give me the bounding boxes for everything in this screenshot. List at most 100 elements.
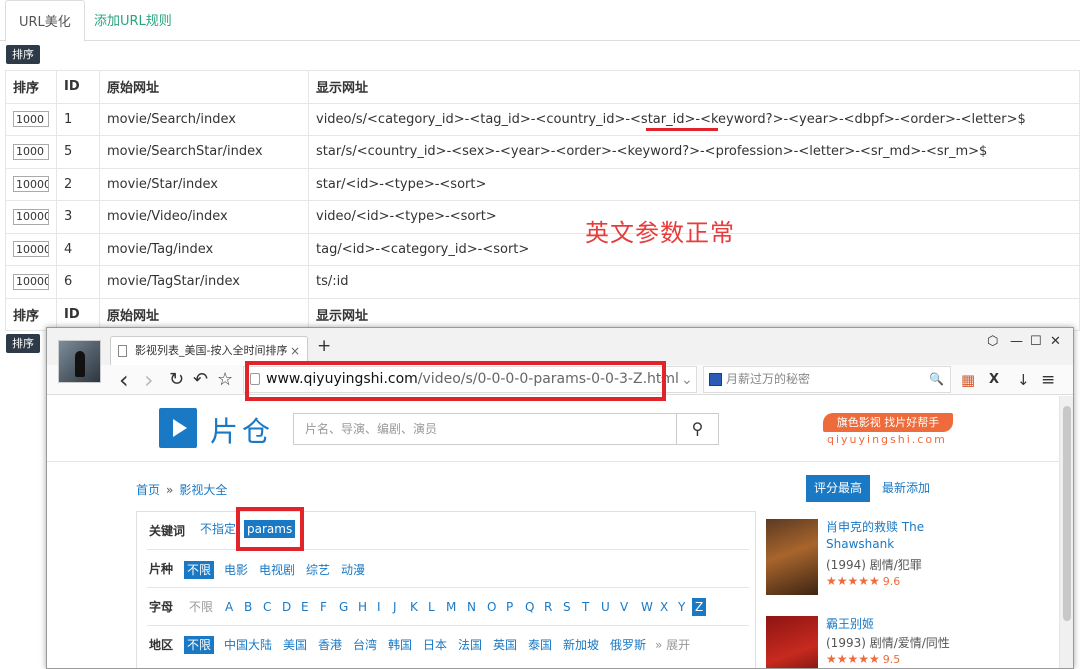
filter-label: 地区 (149, 638, 174, 652)
page-scrollbar[interactable] (1059, 396, 1073, 668)
sort-input[interactable] (13, 208, 49, 225)
filter-option[interactable]: 电影 (221, 561, 251, 579)
filter-option[interactable]: 韩国 (385, 636, 415, 654)
avatar[interactable] (58, 340, 101, 383)
sort-input[interactable] (13, 241, 49, 258)
filter-option[interactable]: 电视剧 (256, 561, 298, 579)
chevron-down-icon[interactable]: ⌄ (681, 365, 693, 395)
filter-option[interactable]: X (657, 598, 671, 616)
menu-icon[interactable]: ≡ (1041, 365, 1055, 395)
sort-button-top[interactable]: 排序 (6, 45, 40, 64)
filter-option[interactable]: 不限 (186, 598, 216, 616)
filter-option-active[interactable]: 不限 (184, 561, 215, 579)
filter-option[interactable]: 俄罗斯 (607, 636, 649, 654)
filter-option-active[interactable]: Z (692, 598, 707, 616)
breadcrumb-all[interactable]: 影视大全 (179, 483, 227, 497)
film-logo-icon[interactable] (159, 408, 197, 448)
filter-option[interactable]: 台湾 (350, 636, 380, 654)
table-row: 1 movie/Search/index video/s/<category_i… (5, 102, 1080, 136)
filter-option[interactable]: 香港 (315, 636, 345, 654)
table-row: 2 movie/Star/index star/<id>-<type>-<sor… (5, 167, 1080, 201)
apps-icon[interactable]: ▦ (961, 365, 975, 395)
movie-poster[interactable] (766, 616, 818, 668)
filter-option[interactable]: 中国大陆 (221, 636, 275, 654)
filter-option[interactable]: R (541, 598, 555, 616)
stars-icon: ★★★★★ (826, 652, 880, 666)
filter-option[interactable]: T (579, 598, 592, 616)
movie-poster[interactable] (766, 519, 818, 595)
filter-option[interactable]: M (443, 598, 459, 616)
new-tab-button[interactable]: + (317, 336, 331, 356)
filter-option[interactable]: 法国 (455, 636, 485, 654)
filter-option[interactable]: 英国 (490, 636, 520, 654)
maximize-button[interactable]: ☐ (1030, 334, 1042, 349)
sort-input[interactable] (13, 143, 49, 160)
filter-option[interactable]: I (374, 598, 384, 616)
extension-icon[interactable]: X (989, 365, 999, 395)
tab-top-rated[interactable]: 评分最高 (806, 475, 871, 502)
filter-option[interactable]: W (638, 598, 656, 616)
scrollbar-thumb[interactable] (1063, 406, 1071, 621)
filter-option[interactable]: H (355, 598, 370, 616)
filter-option[interactable]: F (317, 598, 330, 616)
row-id: 1 (56, 102, 100, 136)
filter-row-type: 片种 不限 电影 电视剧 综艺 动漫 (137, 550, 757, 588)
expand-link[interactable]: » 展开 (652, 636, 693, 654)
filter-option[interactable]: L (425, 598, 438, 616)
filter-option[interactable]: 美国 (280, 636, 310, 654)
search-icon[interactable]: ⚲ (677, 413, 719, 445)
tab-newest[interactable]: 最新添加 (874, 475, 938, 502)
row-id: 4 (56, 232, 100, 266)
filter-option[interactable]: 不指定 (197, 520, 239, 538)
movie-title[interactable]: 霸王别姬 (826, 616, 956, 633)
undo-icon[interactable]: ↶ (193, 365, 208, 395)
download-icon[interactable]: ↓ (1017, 365, 1030, 395)
search-icon[interactable]: 🔍 (929, 367, 944, 392)
filter-option[interactable]: E (298, 598, 312, 616)
site-logo[interactable]: 片仓 (210, 410, 274, 450)
filter-option[interactable]: A (222, 598, 236, 616)
row-display-url: star/<id>-<type>-<sort> (308, 167, 1080, 201)
promo-banner[interactable]: 旗色影视 找片好帮手 (823, 413, 953, 432)
movie-title[interactable]: 肖申克的救赎 The Shawshank (826, 519, 956, 553)
tab-url-beautify[interactable]: URL美化 (5, 0, 85, 42)
reload-icon[interactable]: ↻ (169, 365, 184, 395)
filter-option[interactable]: B (241, 598, 255, 616)
browser-search-input[interactable]: 月薪过万的秘密 🔍 (703, 366, 951, 393)
close-window-button[interactable]: ✕ (1050, 334, 1061, 349)
row-id: 2 (56, 167, 100, 201)
filter-option[interactable]: Q (522, 598, 537, 616)
filter-option[interactable]: 泰国 (525, 636, 555, 654)
filter-option[interactable]: 动漫 (338, 561, 368, 579)
filter-option[interactable]: P (503, 598, 516, 616)
filter-option[interactable]: O (484, 598, 499, 616)
breadcrumb-home[interactable]: 首页 (136, 483, 160, 497)
filter-option[interactable]: C (260, 598, 274, 616)
sort-input[interactable] (13, 273, 49, 290)
filter-option[interactable]: G (336, 598, 351, 616)
skin-icon[interactable]: ⬡ (987, 334, 998, 349)
filter-panel: 关键词 不指定 params 片种 不限 电影 电视剧 综艺 动漫 字母 不限 … (136, 511, 757, 668)
filter-option[interactable]: N (464, 598, 479, 616)
tab-add-url-rule[interactable]: 添加URL规则 (81, 0, 185, 41)
sort-input[interactable] (13, 176, 49, 193)
back-icon[interactable]: ‹ (119, 365, 129, 395)
filter-option[interactable]: J (390, 598, 400, 616)
forward-icon[interactable]: › (144, 365, 154, 395)
star-icon[interactable]: ☆ (217, 365, 233, 395)
filter-option[interactable]: 日本 (420, 636, 450, 654)
filter-option[interactable]: Y (675, 598, 688, 616)
filter-option-active[interactable]: 不限 (184, 636, 215, 654)
filter-option[interactable]: 新加坡 (560, 636, 602, 654)
filter-option[interactable]: V (617, 598, 631, 616)
filter-option[interactable]: D (279, 598, 294, 616)
sort-input[interactable] (13, 111, 49, 128)
site-search-input[interactable]: 片名、导演、编剧、演员 (293, 413, 677, 445)
minimize-button[interactable]: — (1010, 334, 1023, 349)
filter-option[interactable]: 综艺 (303, 561, 333, 579)
sort-button-bottom[interactable]: 排序 (6, 334, 40, 353)
filter-option[interactable]: S (560, 598, 574, 616)
filter-option[interactable]: U (598, 598, 613, 616)
filter-option[interactable]: K (407, 598, 421, 616)
browser-window: 影视列表_美国-按入全时间排序 × + ⬡ — ☐ ✕ ‹ › ↻ ↶ ☆ ww… (46, 327, 1074, 669)
